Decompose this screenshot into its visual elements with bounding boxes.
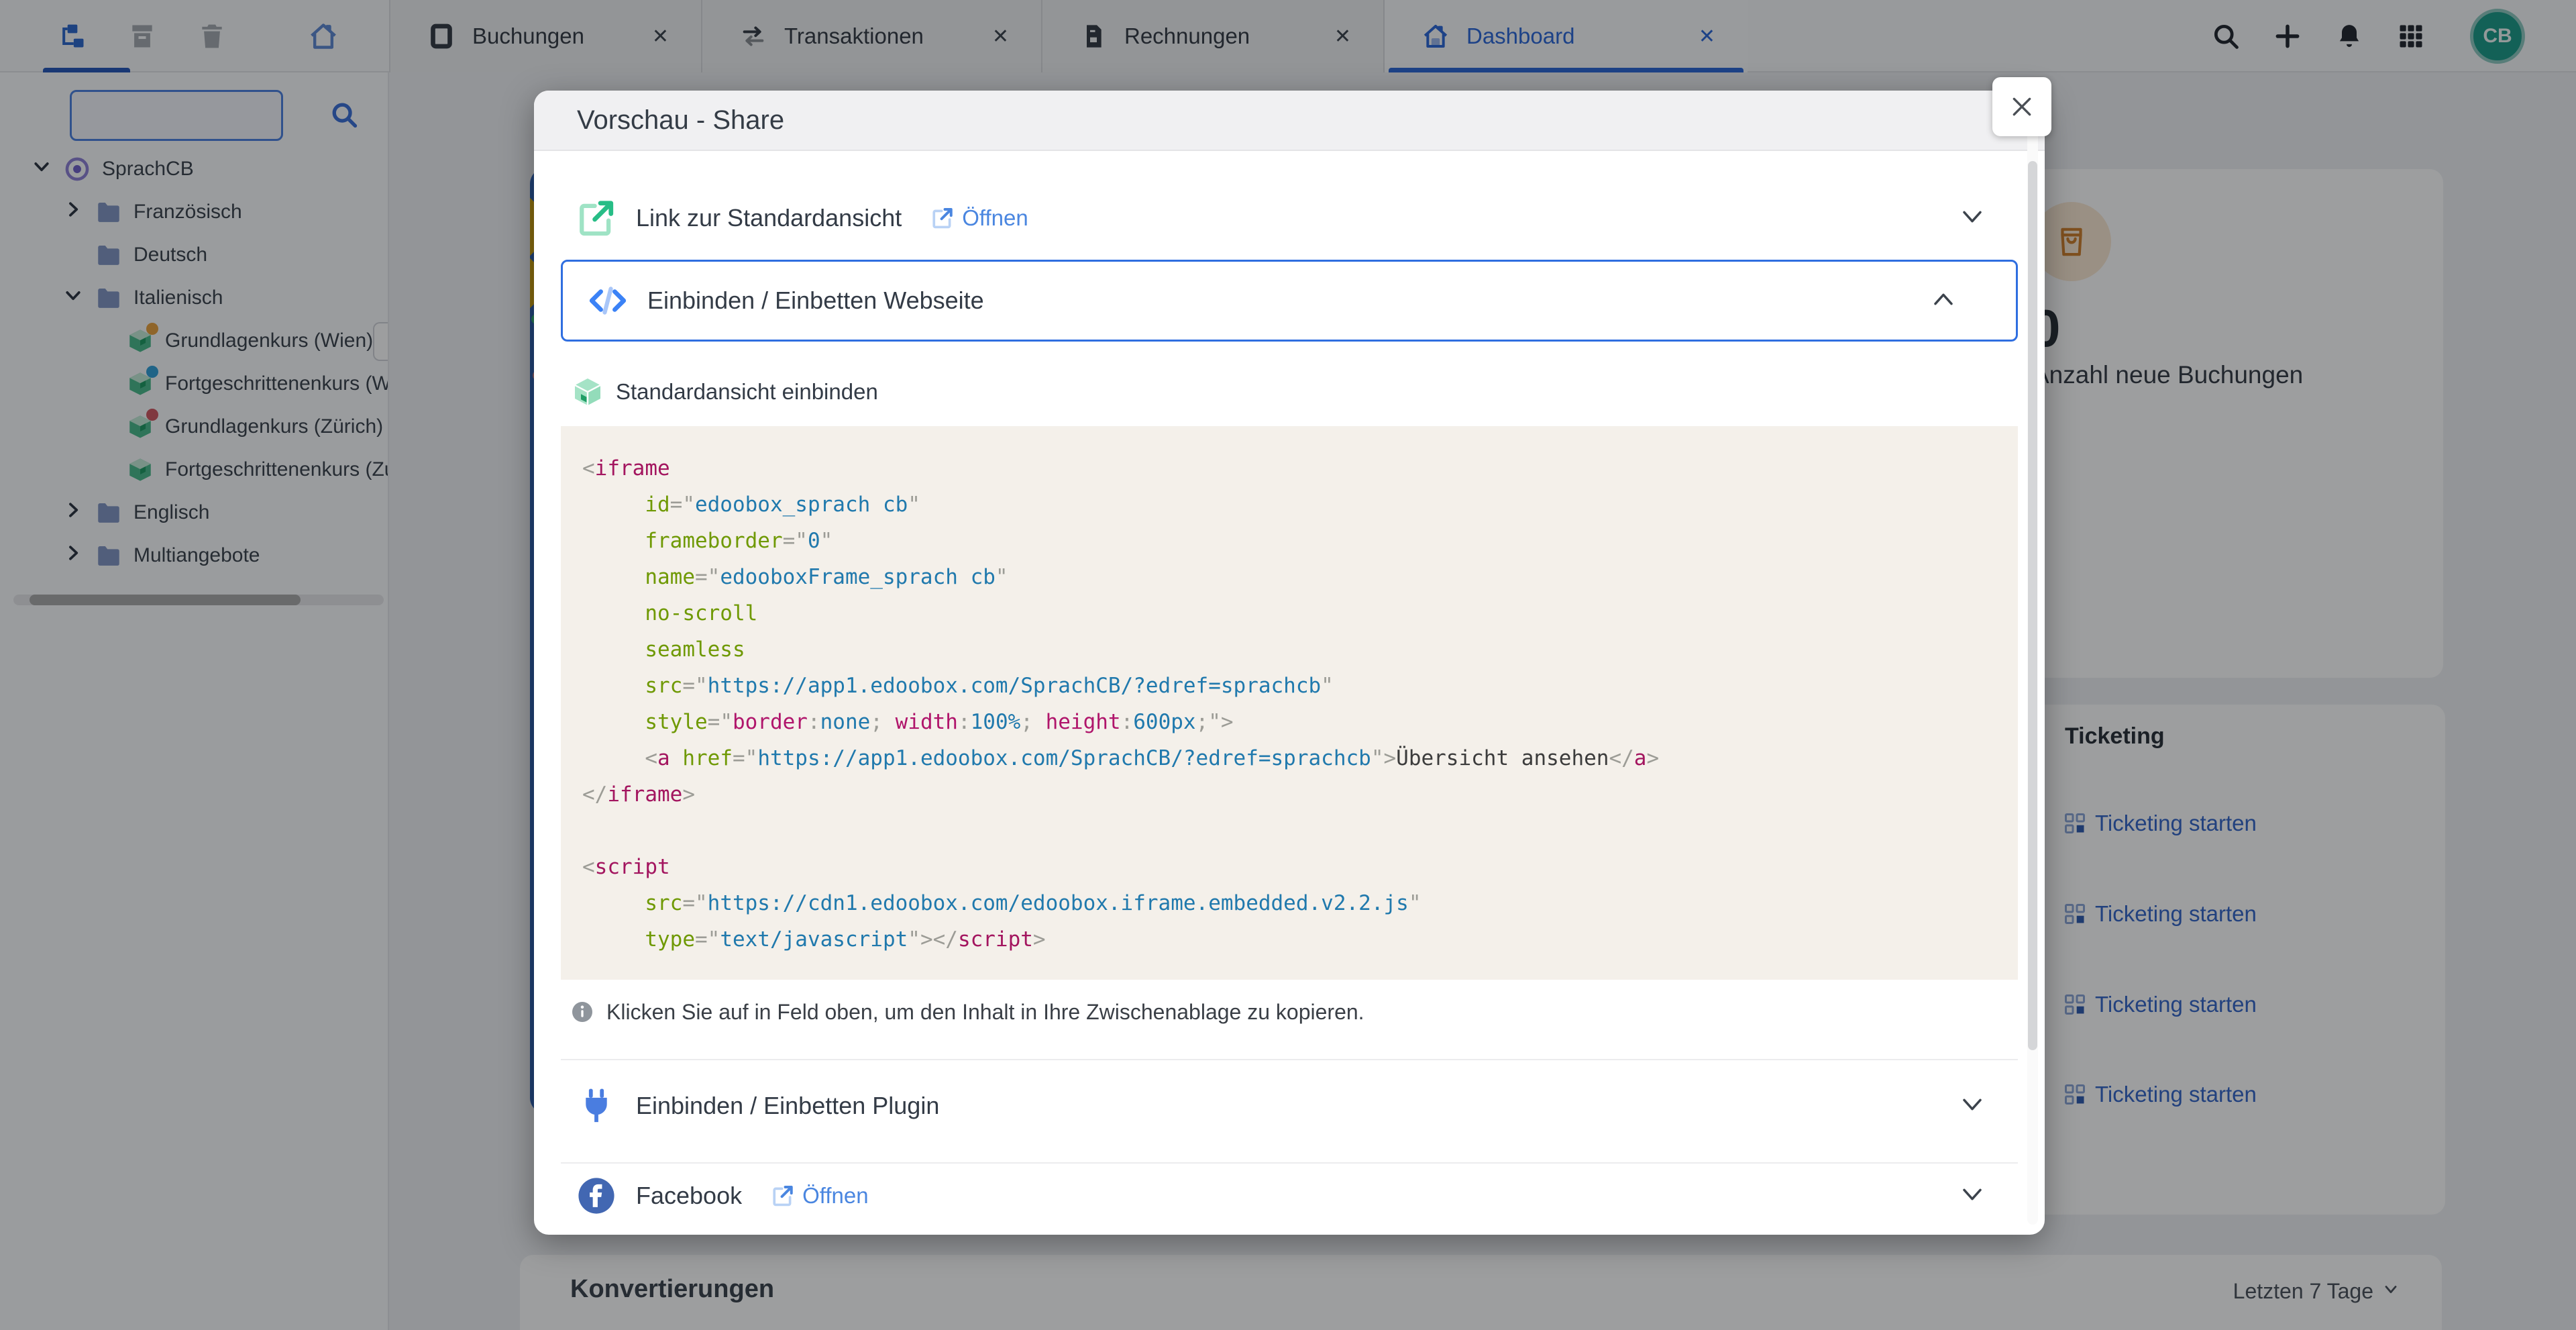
code-line: <a href="https://app1.edoobox.com/Sprach…: [582, 740, 2004, 776]
copy-hint: Klicken Sie auf in Feld oben, um den Inh…: [534, 999, 2045, 1025]
close-button[interactable]: [1992, 77, 2051, 136]
app-window: 0 Anzahl neue Buchungen Ticketing Ticket…: [0, 0, 2576, 1330]
open-link-label: Öffnen: [802, 1183, 868, 1209]
row-label: Link zur Standardansicht: [636, 204, 902, 232]
code-icon: [588, 281, 627, 320]
accordion-row-facebook[interactable]: Facebook Öffnen: [534, 1164, 2045, 1228]
code-line: type="text/javascript"></script>: [582, 921, 2004, 958]
open-link[interactable]: Öffnen: [931, 205, 1028, 231]
package-icon: [572, 376, 604, 408]
code-line: style="border:none; width:100%; height:6…: [582, 704, 2004, 740]
row-label: Einbinden / Einbetten Webseite: [647, 287, 984, 315]
chevron-down-icon: [1962, 209, 1983, 228]
row-label: Facebook: [636, 1182, 742, 1210]
code-line: src="https://app1.edoobox.com/SprachCB/?…: [582, 668, 2004, 704]
code-line: <iframe: [582, 450, 2004, 487]
embed-section-header: Standardansicht einbinden: [534, 368, 2045, 415]
code-line: frameborder="0": [582, 523, 2004, 559]
code-line: name="edooboxFrame_sprach cb": [582, 559, 2004, 595]
modal-title: Vorschau - Share: [577, 105, 784, 136]
code-line: src="https://cdn1.edoobox.com/edoobox.if…: [582, 885, 2004, 921]
accordion-row-standard-link[interactable]: Link zur Standardansicht Öffnen: [534, 178, 2045, 258]
accordion-row-embed-website[interactable]: Einbinden / Einbetten Webseite: [561, 260, 2018, 342]
code-line: id="edoobox_sprach cb": [582, 487, 2004, 523]
open-link[interactable]: Öffnen: [771, 1183, 868, 1209]
code-line: no-scroll: [582, 595, 2004, 631]
code-line: <script: [582, 849, 2004, 885]
embed-code-field[interactable]: <iframe id="edoobox_sprach cb" framebord…: [561, 426, 2018, 980]
modal-header: Vorschau - Share: [534, 91, 2045, 151]
facebook-icon: [577, 1176, 616, 1215]
chevron-up-icon: [1933, 291, 1954, 311]
copy-hint-text: Klicken Sie auf in Feld oben, um den Inh…: [606, 1000, 1364, 1025]
code-line: </iframe>: [582, 776, 2004, 813]
code-line: seamless: [582, 631, 2004, 668]
chevron-down-icon: [1962, 1186, 1983, 1206]
share-preview-modal: Vorschau - Share Link zur Standardansich…: [534, 91, 2045, 1235]
plug-icon: [577, 1086, 616, 1125]
info-icon: [570, 1000, 594, 1024]
open-link-label: Öffnen: [962, 205, 1028, 231]
code-line: [582, 813, 2004, 849]
external-link-icon: [577, 199, 616, 238]
embed-section-label: Standardansicht einbinden: [616, 379, 878, 405]
modal-scrollbar-thumb[interactable]: [2028, 161, 2037, 1050]
divider: [561, 1059, 2018, 1060]
row-label: Einbinden / Einbetten Plugin: [636, 1092, 939, 1120]
accordion-row-embed-plugin[interactable]: Einbinden / Einbetten Plugin: [534, 1066, 2045, 1146]
chevron-down-icon: [1962, 1096, 1983, 1116]
